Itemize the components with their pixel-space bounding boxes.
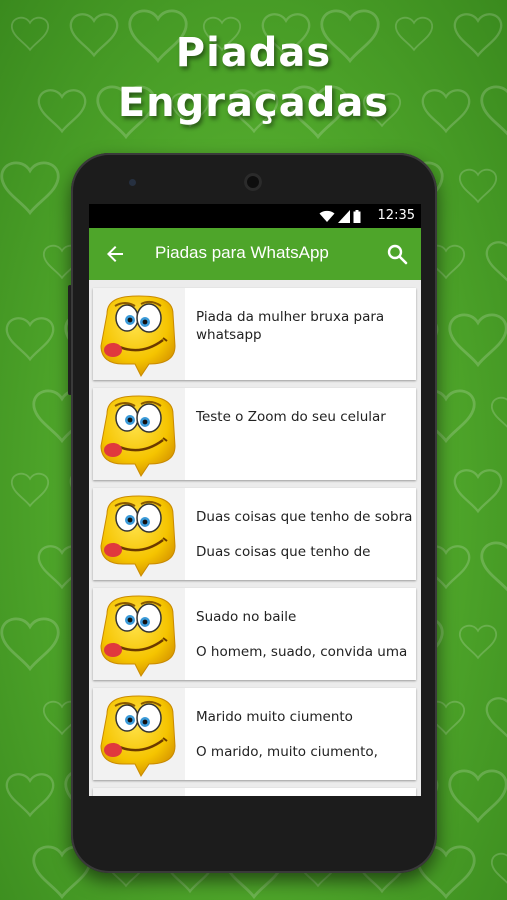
wifi-icon <box>319 210 335 222</box>
heart-icon <box>448 769 507 823</box>
emoji-thumbnail <box>93 688 185 780</box>
heart-icon <box>453 469 503 513</box>
heart-icon <box>458 624 498 659</box>
search-icon[interactable] <box>385 242 409 266</box>
funny-face-emoji-icon <box>100 495 176 577</box>
heart-icon <box>0 617 60 671</box>
signal-icon <box>338 209 350 223</box>
joke-title: Marido muito ciumento <box>196 709 353 725</box>
joke-title: Duas coisas que tenho de sobra <box>196 509 413 525</box>
joke-preview: O marido, muito ciumento, <box>196 744 378 760</box>
front-camera-icon <box>129 179 136 186</box>
heart-icon <box>490 396 507 431</box>
heart-icon <box>10 472 50 507</box>
emoji-thumbnail <box>93 588 185 680</box>
headline-line-2: Engraçadas <box>117 80 390 126</box>
joke-card-partial[interactable] <box>93 788 416 796</box>
funny-face-emoji-icon <box>100 595 176 677</box>
arrow-back-icon[interactable] <box>103 242 127 266</box>
status-bar: 12:35 <box>89 204 421 228</box>
joke-title: Piada da mulher bruxa para whatsapp <box>196 309 385 343</box>
emoji-thumbnail <box>93 388 185 480</box>
heart-icon <box>5 773 55 817</box>
funny-face-emoji-icon <box>100 395 176 477</box>
battery-icon <box>353 209 361 223</box>
heart-icon <box>480 541 507 595</box>
emoji-thumbnail <box>93 488 185 580</box>
joke-preview: O homem, suado, convida uma <box>196 644 408 660</box>
status-time: 12:35 <box>377 208 415 223</box>
joke-preview: Duas coisas que tenho de <box>196 544 371 560</box>
joke-card[interactable]: Suado no baile O homem, suado, convida um… <box>93 588 416 680</box>
joke-card[interactable]: Marido muito ciumento O marido, muito ciu… <box>93 688 416 780</box>
joke-card[interactable]: Duas coisas que tenho de sobra Duas coisa… <box>93 488 416 580</box>
earpiece-speaker-icon <box>244 173 262 191</box>
joke-title: Suado no baile <box>196 609 297 625</box>
funny-face-emoji-icon <box>100 695 176 777</box>
app-bar: Piadas para WhatsApp <box>89 228 421 280</box>
headline-line-1: Piadas <box>175 30 332 76</box>
joke-card[interactable]: Piada da mulher bruxa para whatsapp <box>93 288 416 380</box>
app-bar-title: Piadas para WhatsApp <box>155 243 329 262</box>
headline: Piadas Engraçadas <box>0 28 507 128</box>
heart-icon <box>485 697 507 741</box>
joke-card[interactable]: Teste o Zoom do seu celular <box>93 388 416 480</box>
heart-icon <box>490 852 507 887</box>
phone-screen: 12:35 Piadas para WhatsApp Piada da mulh… <box>89 204 421 796</box>
funny-face-emoji-icon <box>100 295 176 377</box>
emoji-thumbnail <box>93 788 185 796</box>
heart-icon <box>448 313 507 367</box>
heart-icon <box>458 168 498 203</box>
status-icons <box>319 209 361 223</box>
emoji-thumbnail <box>93 288 185 380</box>
heart-icon <box>0 161 60 215</box>
heart-icon <box>485 241 507 285</box>
heart-icon <box>5 317 55 361</box>
joke-title: Teste o Zoom do seu celular <box>196 409 386 425</box>
